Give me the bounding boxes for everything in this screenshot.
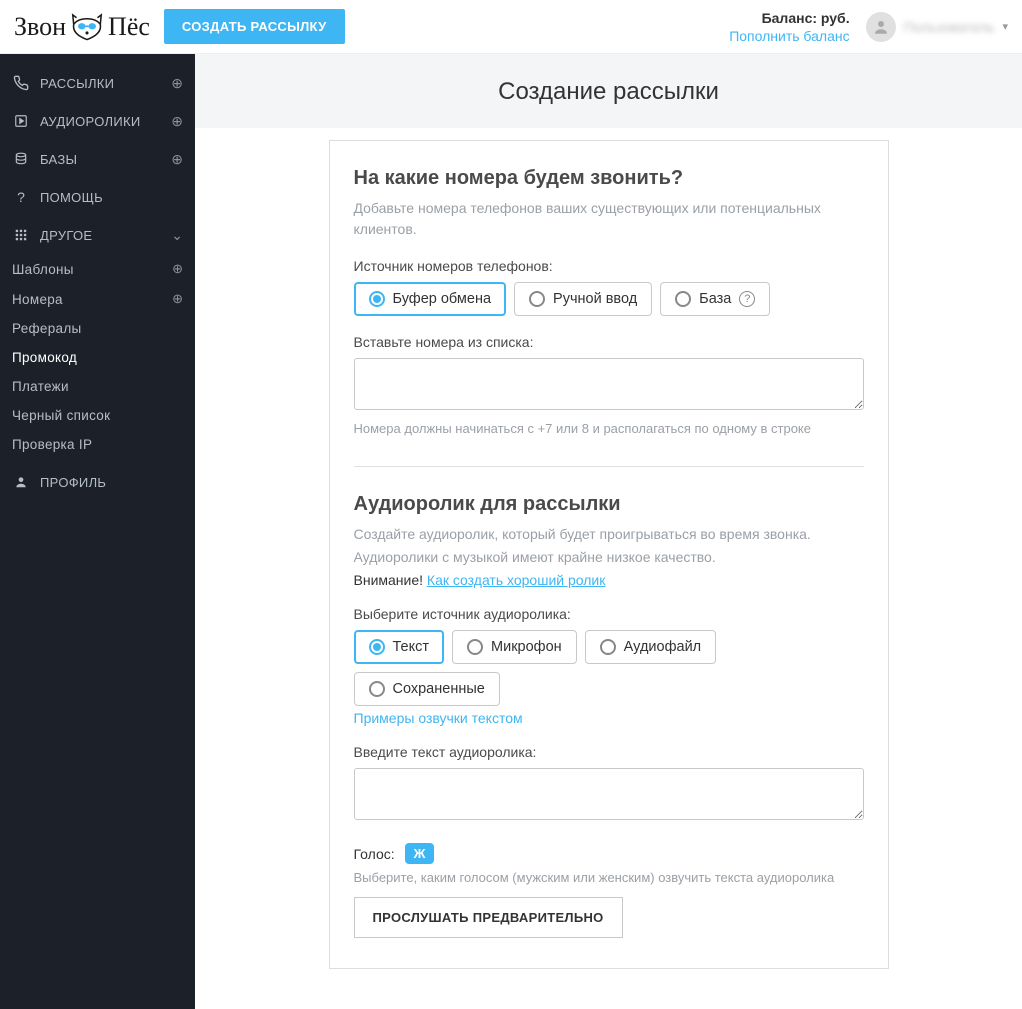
audio-text-label: Введите текст аудиоролика:: [354, 744, 864, 760]
radio-icon: [529, 291, 545, 307]
radio-icon: [600, 639, 616, 655]
audio-warning: Внимание! Как создать хороший ролик: [354, 572, 864, 588]
section-numbers-desc: Добавьте номера телефонов ваших существу…: [354, 198, 864, 240]
radio-manual[interactable]: Ручной ввод: [514, 282, 652, 316]
sidebar-label: ДРУГОЕ: [40, 228, 171, 243]
section-audio-desc2: Аудиоролики с музыкой имеют крайне низко…: [354, 547, 864, 568]
create-campaign-button[interactable]: СОЗДАТЬ РАССЫЛКУ: [164, 9, 345, 44]
sidebar-label: БАЗЫ: [40, 152, 171, 167]
radio-clipboard[interactable]: Буфер обмена: [354, 282, 507, 316]
sidebar-item-campaigns[interactable]: РАССЫЛКИ ⊕: [0, 64, 195, 102]
play-icon: [12, 112, 30, 130]
plus-icon[interactable]: ⊕: [171, 151, 183, 168]
plus-icon[interactable]: ⊕: [171, 113, 183, 130]
sidebar-sub-checkip[interactable]: Проверка IP: [0, 430, 195, 459]
logo-text-right: Пёс: [108, 12, 150, 42]
sidebar-sub-blacklist[interactable]: Черный список: [0, 401, 195, 430]
sidebar-sub-promo[interactable]: Промокод: [0, 343, 195, 372]
plus-icon[interactable]: ⊕: [172, 261, 183, 277]
paste-numbers-label: Вставьте номера из списка:: [354, 334, 864, 350]
sidebar-sub-payments[interactable]: Платежи: [0, 372, 195, 401]
balance-currency: руб.: [821, 10, 850, 26]
phone-numbers-textarea[interactable]: [354, 358, 864, 410]
phone-numbers-hint: Номера должны начинаться с +7 или 8 и ра…: [354, 421, 864, 436]
user-menu[interactable]: Пользователь ▾: [866, 12, 1008, 42]
radio-icon: [369, 291, 385, 307]
plus-icon[interactable]: ⊕: [172, 291, 183, 307]
sidebar-label: АУДИОРОЛИКИ: [40, 114, 171, 129]
top-up-link[interactable]: Пополнить баланс: [729, 28, 849, 44]
radio-icon: [675, 291, 691, 307]
dog-face-icon: [68, 13, 106, 41]
radio-base[interactable]: База?: [660, 282, 770, 316]
chevron-down-icon: ⌄: [171, 227, 183, 244]
voice-hint: Выберите, каким голосом (мужским или жен…: [354, 870, 864, 885]
page-title: Создание рассылки: [195, 54, 1022, 128]
sidebar-item-bases[interactable]: БАЗЫ ⊕: [0, 140, 195, 178]
logo[interactable]: Звон Пёс: [14, 12, 150, 42]
section-divider: [354, 466, 864, 467]
phone-icon: [12, 74, 30, 92]
sidebar-label: РАССЫЛКИ: [40, 76, 171, 91]
grid-icon: [12, 226, 30, 244]
help-icon: ?: [12, 188, 30, 206]
radio-icon: [369, 639, 385, 655]
sidebar-sub-referrals[interactable]: Рефералы: [0, 314, 195, 343]
sidebar-label: ПРОФИЛЬ: [40, 475, 183, 490]
sidebar-item-audio[interactable]: АУДИОРОЛИКИ ⊕: [0, 102, 195, 140]
good-clip-link[interactable]: Как создать хороший ролик: [427, 572, 605, 588]
radio-saved[interactable]: Сохраненные: [354, 672, 500, 706]
balance-label: Баланс:: [762, 10, 821, 26]
database-icon: [12, 150, 30, 168]
sidebar-item-other[interactable]: ДРУГОЕ ⌄: [0, 216, 195, 254]
sidebar-label: ПОМОЩЬ: [40, 190, 183, 205]
phone-source-radio-group: Буфер обмена Ручной ввод База?: [354, 282, 864, 316]
username: Пользователь: [904, 19, 995, 35]
help-icon[interactable]: ?: [739, 291, 755, 307]
avatar-icon: [866, 12, 896, 42]
audio-source-radio-group: Текст Микрофон Аудиофайл Сохраненные: [354, 630, 864, 706]
radio-audiofile[interactable]: Аудиофайл: [585, 630, 716, 664]
radio-microphone[interactable]: Микрофон: [452, 630, 577, 664]
section-audio-desc1: Создайте аудиоролик, который будет проиг…: [354, 524, 864, 545]
sidebar-item-profile[interactable]: ПРОФИЛЬ: [0, 463, 195, 501]
logo-text-left: Звон: [14, 12, 66, 42]
section-numbers-title: На какие номера будем звонить?: [354, 167, 864, 190]
sidebar-sub-numbers[interactable]: Номера⊕: [0, 284, 195, 314]
sidebar-sub-templates[interactable]: Шаблоны⊕: [0, 254, 195, 284]
radio-icon: [467, 639, 483, 655]
plus-icon[interactable]: ⊕: [171, 75, 183, 92]
section-audio-title: Аудиоролик для рассылки: [354, 493, 864, 516]
chevron-down-icon: ▾: [1002, 20, 1008, 33]
radio-text[interactable]: Текст: [354, 630, 445, 664]
audio-source-label: Выберите источник аудиоролика:: [354, 606, 864, 622]
preview-audio-button[interactable]: ПРОСЛУШАТЬ ПРЕДВАРИТЕЛЬНО: [354, 897, 623, 938]
sidebar-item-help[interactable]: ? ПОМОЩЬ: [0, 178, 195, 216]
radio-icon: [369, 681, 385, 697]
balance-block: Баланс: руб. Пополнить баланс: [729, 10, 849, 44]
user-icon: [12, 473, 30, 491]
audio-text-textarea[interactable]: [354, 768, 864, 820]
tts-examples-link[interactable]: Примеры озвучки текстом: [354, 710, 864, 726]
phone-source-label: Источник номеров телефонов:: [354, 258, 864, 274]
